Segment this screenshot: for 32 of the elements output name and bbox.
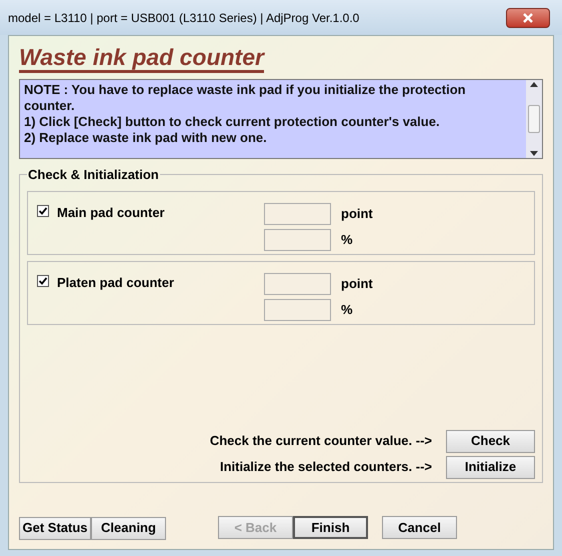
group-title: Check & Initialization [27, 166, 160, 184]
close-icon [522, 12, 534, 22]
scroll-down-icon [530, 151, 538, 156]
note-text: 2) Replace waste ink pad with new one. [24, 130, 268, 146]
counter-label: Main pad counter [57, 204, 165, 222]
value-field[interactable] [264, 228, 331, 250]
checkbox[interactable] [37, 204, 49, 216]
page-heading: Waste ink pad counter [19, 44, 264, 73]
note-text: NOTE : You have to replace waste ink pad if you initialize the protection counter. [24, 82, 467, 114]
value-field[interactable] [264, 202, 331, 224]
value-field[interactable] [264, 298, 331, 320]
dialog-button[interactable]: Check [446, 430, 535, 452]
checkbox[interactable] [37, 274, 49, 286]
unit-label: point [341, 274, 373, 293]
dialog-button[interactable]: Cancel [382, 516, 457, 540]
value-field[interactable] [264, 272, 331, 294]
counter-label: Platen pad counter [57, 274, 174, 292]
dialog-button[interactable]: Finish [293, 516, 368, 539]
dialog-button[interactable]: Initialize [446, 456, 535, 478]
dialog-button[interactable]: Cleaning [91, 516, 166, 540]
scrollbar[interactable] [526, 80, 542, 158]
window-title: model = L3110 | port = USB001 (L3110 Series) | AdjProg Ver.1.0.0 [8, 10, 360, 26]
dialog-button[interactable]: Get Status [19, 516, 91, 540]
close-button[interactable] [506, 8, 550, 28]
unit-label: point [341, 204, 373, 223]
action-prompt: Initialize the selected counters. --> [220, 458, 432, 476]
unit-label: % [341, 300, 353, 319]
action-prompt: Check the current counter value. --> [210, 432, 432, 450]
unit-label: % [341, 230, 353, 249]
note-text: 1) Click [Check] button to check current protection counter's value. [24, 114, 441, 130]
scroll-thumb[interactable] [528, 105, 540, 133]
scroll-up-icon [530, 82, 538, 87]
